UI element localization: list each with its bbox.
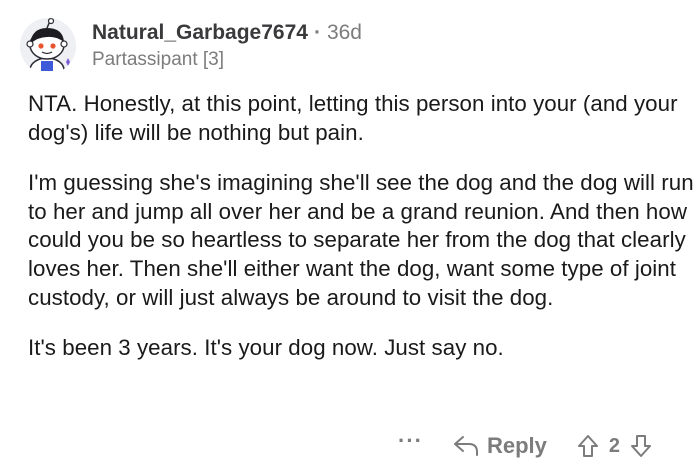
snoo-avatar-icon	[20, 18, 76, 74]
comment-meta: Natural_Garbage7674 · 36d Partassipant [3]	[92, 20, 362, 72]
comment-paragraph-3: It's been 3 years. It's your dog now. Ju…	[28, 335, 504, 361]
meta-separator: ·	[313, 21, 321, 44]
comment-header: Natural_Garbage7674 · 36d Partassipant [3]	[20, 14, 680, 78]
vote-count: 2	[608, 434, 621, 457]
downvote-arrow-icon[interactable]	[630, 434, 652, 458]
comment-paragraph-1: NTA. Honestly, at this point, letting th…	[28, 91, 678, 145]
reply-button[interactable]: Reply	[453, 433, 547, 459]
comment-age: 36d	[326, 21, 362, 44]
comment-actions: ··· Reply 2	[398, 428, 688, 464]
comment-paragraph-2: I'm guessing she's imagining she'll see …	[28, 170, 694, 310]
vote-controls: 2	[577, 434, 652, 458]
reply-arrow-icon	[453, 436, 478, 456]
meta-line: Natural_Garbage7674 · 36d	[92, 20, 362, 46]
upvote-arrow-icon[interactable]	[577, 434, 599, 458]
user-flair: Partassipant [3]	[92, 49, 225, 70]
username-link[interactable]: Natural_Garbage7674	[92, 21, 308, 44]
reply-label: Reply	[486, 433, 547, 458]
user-avatar[interactable]	[20, 18, 76, 74]
more-options-icon[interactable]: ···	[398, 430, 423, 452]
comment-body: NTA. Honestly, at this point, letting th…	[28, 90, 696, 363]
